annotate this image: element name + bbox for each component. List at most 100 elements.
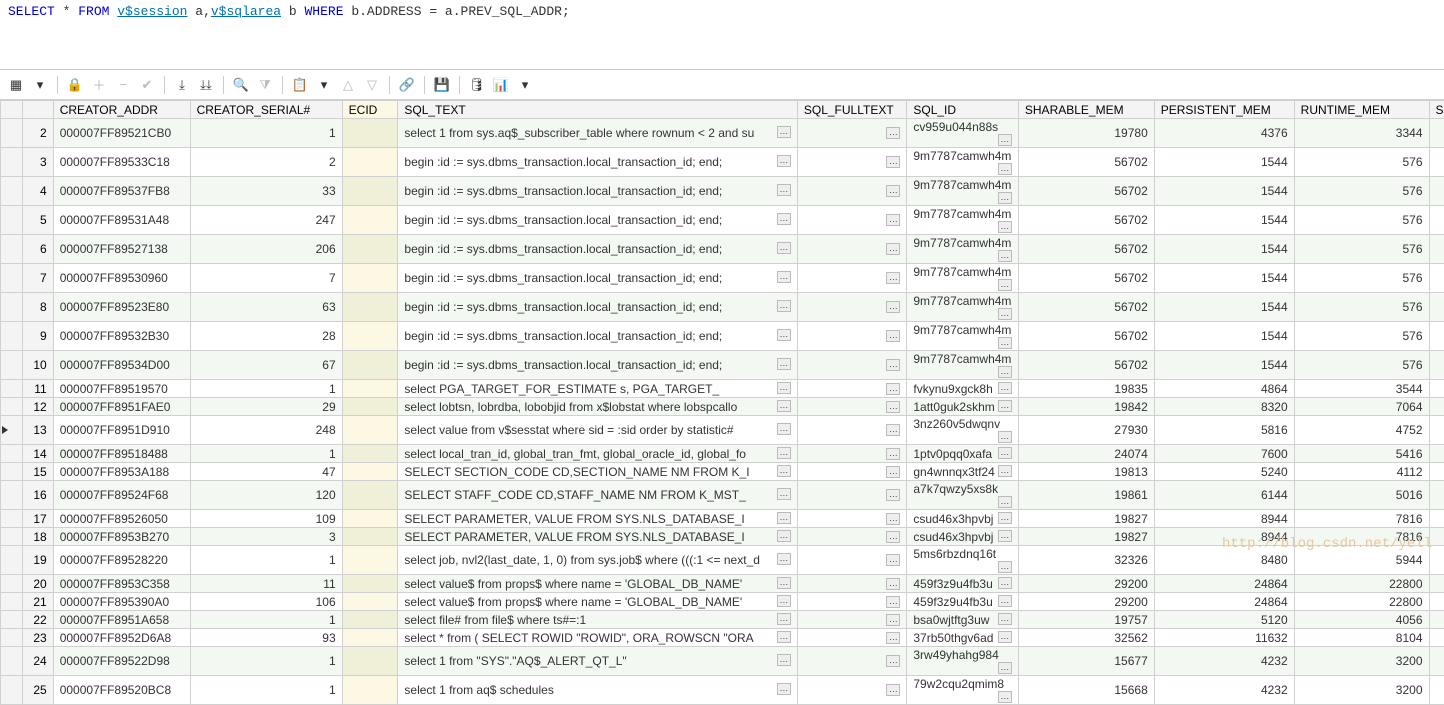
cell-sql_text[interactable]: select value$ from props$ where name = '… [398,575,797,593]
cell-creator_addr[interactable]: 000007FF89522D98 [53,647,190,676]
cell-sor[interactable] [1429,148,1444,177]
cell-sql_fulltext[interactable]: … [797,445,907,463]
cell-sql_text[interactable]: select job, nvl2(last_date, 1, 0) from s… [398,546,797,575]
cell-sql_text[interactable]: begin :id := sys.dbms_transaction.local_… [398,206,797,235]
cell-runtime_mem[interactable]: 22800 [1294,593,1429,611]
cell-creator_addr[interactable]: 000007FF89537FB8 [53,177,190,206]
text-expand-icon[interactable]: … [998,308,1012,320]
cell-creator_serial[interactable]: 1 [190,647,342,676]
cell-sql_id[interactable]: 9m7787camwh4m… [907,206,1019,235]
cell-persistent_mem[interactable]: 1544 [1154,177,1294,206]
cell-persistent_mem[interactable]: 8944 [1154,528,1294,546]
cell-sql_id[interactable]: 9m7787camwh4m… [907,322,1019,351]
col-header-creator_addr[interactable]: CREATOR_ADDR [53,101,190,119]
text-expand-icon[interactable]: … [777,423,791,435]
cell-persistent_mem[interactable]: 1544 [1154,293,1294,322]
table-row[interactable]: 12000007FF8951FAE029select lobtsn, lobrd… [1,398,1444,416]
cell-sor[interactable] [1429,593,1444,611]
copy-icon[interactable]: 📋 [290,75,310,95]
cell-runtime_mem[interactable]: 7816 [1294,510,1429,528]
cell-creator_serial[interactable]: 33 [190,177,342,206]
text-expand-icon[interactable]: … [777,271,791,283]
cell-sql_text[interactable]: select lobtsn, lobrdba, lobobjid from x$… [398,398,797,416]
cell-sharable_mem[interactable]: 29200 [1018,593,1154,611]
cell-persistent_mem[interactable]: 1544 [1154,235,1294,264]
cell-sharable_mem[interactable]: 27930 [1018,416,1154,445]
cell-persistent_mem[interactable]: 4864 [1154,380,1294,398]
cell-persistent_mem[interactable]: 6144 [1154,481,1294,510]
cell-ecid[interactable] [342,481,398,510]
cell-persistent_mem[interactable]: 7600 [1154,445,1294,463]
cell-sql_id[interactable]: 37rb50thgv6ad… [907,629,1019,647]
text-expand-icon[interactable]: … [777,613,791,625]
cell-persistent_mem[interactable]: 1544 [1154,322,1294,351]
table-row[interactable]: 22000007FF8951A6581select file# from fil… [1,611,1444,629]
cell-creator_addr[interactable]: 000007FF89530960 [53,264,190,293]
cell-sor[interactable] [1429,398,1444,416]
cell-sql_text[interactable]: select file# from file$ where ts#=:1… [398,611,797,629]
text-expand-icon[interactable]: … [998,192,1012,204]
cell-persistent_mem[interactable]: 4232 [1154,647,1294,676]
cell-runtime_mem[interactable]: 576 [1294,177,1429,206]
grid-icon-dropdown[interactable]: ▾ [30,75,50,95]
link-icon[interactable]: 🔗 [397,75,417,95]
table-row[interactable]: 6000007FF89527138206begin :id := sys.dbm… [1,235,1444,264]
clob-expand-icon[interactable]: … [886,214,900,226]
cell-persistent_mem[interactable]: 1544 [1154,264,1294,293]
text-expand-icon[interactable]: … [998,577,1012,589]
cell-sql_fulltext[interactable]: … [797,647,907,676]
cell-sql_fulltext[interactable]: … [797,119,907,148]
clob-expand-icon[interactable]: … [886,554,900,566]
cell-creator_addr[interactable]: 000007FF895390A0 [53,593,190,611]
cell-sql_text[interactable]: select local_tran_id, global_tran_fmt, g… [398,445,797,463]
cell-sharable_mem[interactable]: 24074 [1018,445,1154,463]
cell-creator_serial[interactable]: 1 [190,380,342,398]
clob-expand-icon[interactable]: … [886,330,900,342]
cell-sharable_mem[interactable]: 56702 [1018,322,1154,351]
cell-persistent_mem[interactable]: 4376 [1154,119,1294,148]
cell-sor[interactable] [1429,445,1444,463]
cell-persistent_mem[interactable]: 5240 [1154,463,1294,481]
table-row[interactable]: 20000007FF8953C35811select value$ from p… [1,575,1444,593]
text-expand-icon[interactable]: … [777,300,791,312]
cell-sharable_mem[interactable]: 56702 [1018,351,1154,380]
clob-expand-icon[interactable]: … [886,272,900,284]
db-icon[interactable]: 🛢 [467,75,487,95]
cell-sharable_mem[interactable]: 56702 [1018,235,1154,264]
text-expand-icon[interactable]: … [998,337,1012,349]
cell-sor[interactable] [1429,510,1444,528]
cell-creator_serial[interactable]: 1 [190,546,342,575]
cell-persistent_mem[interactable]: 8320 [1154,398,1294,416]
cell-sql_id[interactable]: 3nz260v5dwqnv… [907,416,1019,445]
clob-expand-icon[interactable]: … [886,401,900,413]
cell-creator_addr[interactable]: 000007FF89533C18 [53,148,190,177]
cell-sql_text[interactable]: SELECT SECTION_CODE CD,SECTION_NAME NM F… [398,463,797,481]
cell-sor[interactable] [1429,119,1444,148]
text-expand-icon[interactable]: … [998,662,1012,674]
cell-runtime_mem[interactable]: 5016 [1294,481,1429,510]
cell-runtime_mem[interactable]: 3200 [1294,647,1429,676]
cell-ecid[interactable] [342,528,398,546]
cell-runtime_mem[interactable]: 8104 [1294,629,1429,647]
cell-sharable_mem[interactable]: 19780 [1018,119,1154,148]
cell-creator_addr[interactable]: 000007FF89524F68 [53,481,190,510]
text-expand-icon[interactable]: … [998,279,1012,291]
cell-sharable_mem[interactable]: 19835 [1018,380,1154,398]
cell-creator_addr[interactable]: 000007FF89534D00 [53,351,190,380]
cell-sharable_mem[interactable]: 56702 [1018,148,1154,177]
cell-creator_addr[interactable]: 000007FF8951A658 [53,611,190,629]
cell-ecid[interactable] [342,510,398,528]
cell-sql_id[interactable]: gn4wnnqx3tf24… [907,463,1019,481]
cell-sql_fulltext[interactable]: … [797,546,907,575]
col-header-sharable_mem[interactable]: SHARABLE_MEM [1018,101,1154,119]
chart-icon[interactable]: 📊 [491,75,511,95]
text-expand-icon[interactable]: … [998,366,1012,378]
col-header-sql_fulltext[interactable]: SQL_FULLTEXT [797,101,907,119]
cell-creator_addr[interactable]: 000007FF89531A48 [53,206,190,235]
table-row[interactable]: 8000007FF89523E8063begin :id := sys.dbms… [1,293,1444,322]
cell-runtime_mem[interactable]: 576 [1294,264,1429,293]
text-expand-icon[interactable]: … [777,184,791,196]
cell-sql_fulltext[interactable]: … [797,293,907,322]
cell-sharable_mem[interactable]: 32562 [1018,629,1154,647]
cell-sharable_mem[interactable]: 19827 [1018,528,1154,546]
